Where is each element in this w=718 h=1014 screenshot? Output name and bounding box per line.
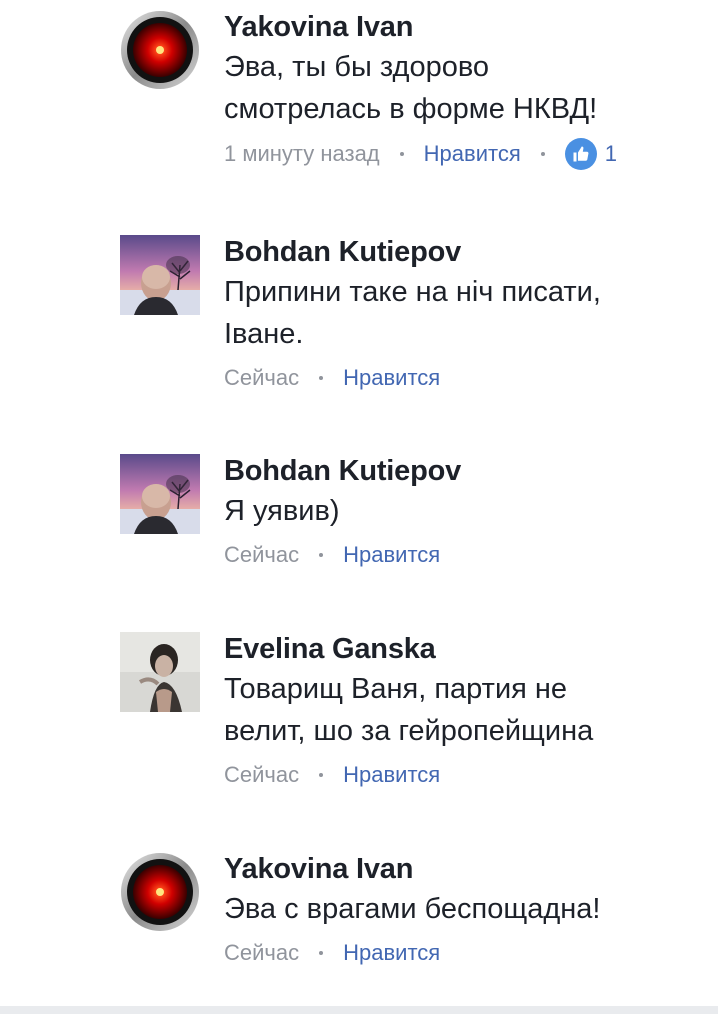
like-button[interactable]: Нравится [343, 938, 440, 968]
comment-text: Эва с врагами беспощадна! [224, 888, 704, 930]
comment-timestamp[interactable]: Сейчас [224, 540, 299, 570]
hal9000-red-eye-icon [120, 10, 200, 90]
winter-sunset-selfie-photo [120, 235, 200, 315]
comment-meta: 1 минуту назад Нравится 1 [224, 138, 704, 170]
comment-timestamp[interactable]: 1 минуту назад [224, 139, 380, 169]
comment-author[interactable]: Bohdan Kutiepov [224, 454, 704, 488]
separator-dot [540, 152, 545, 156]
comment-text-line: Іване. [224, 318, 304, 350]
comment-timestamp[interactable]: Сейчас [224, 938, 299, 968]
comment-text: Я уявив) [224, 490, 704, 532]
like-button[interactable]: Нравится [343, 363, 440, 393]
comment-text-line: Товарищ Ваня, партия не [224, 673, 568, 705]
comment-meta: Сейчас Нравится [224, 760, 704, 790]
comment-meta: Сейчас Нравится [224, 540, 704, 570]
comment-text-line: Я уявив) [224, 495, 340, 527]
like-button[interactable]: Нравится [424, 139, 521, 169]
like-button[interactable]: Нравится [343, 540, 440, 570]
avatar[interactable] [120, 10, 200, 90]
separator-dot [319, 376, 324, 380]
comment-timestamp[interactable]: Сейчас [224, 363, 299, 393]
comment-text-line: Эва с врагами беспощадна! [224, 893, 601, 925]
comment-author[interactable]: Bohdan Kutiepov [224, 235, 704, 269]
separator-dot [399, 152, 404, 156]
comment-text: Припини таке на ніч писати, Іване. [224, 271, 704, 355]
like-button[interactable]: Нравится [343, 760, 440, 790]
like-count[interactable]: 1 [564, 138, 617, 170]
avatar[interactable] [120, 632, 200, 712]
comment-meta: Сейчас Нравится [224, 363, 704, 393]
avatar[interactable] [120, 235, 200, 315]
comment-text-line: смотрелась в форме НКВД! [224, 93, 598, 125]
avatar[interactable] [120, 454, 200, 534]
woman-portrait-photo [120, 632, 200, 712]
comment-text-line: Эва, ты бы здорово [224, 51, 490, 83]
comment-author[interactable]: Evelina Ganska [224, 632, 704, 666]
comment-meta: Сейчас Нравится [224, 938, 704, 968]
comment-text-line: велит, шо за гейропейщина [224, 715, 594, 747]
hal9000-red-eye-icon [120, 852, 200, 932]
comment-author[interactable]: Yakovina Ivan [224, 10, 704, 44]
comment-author[interactable]: Yakovina Ivan [224, 852, 704, 886]
winter-sunset-selfie-photo [120, 454, 200, 534]
avatar[interactable] [120, 852, 200, 932]
bottom-divider [0, 1006, 718, 1014]
comment-timestamp[interactable]: Сейчас [224, 760, 299, 790]
separator-dot [319, 553, 324, 557]
comment-text-line: Припини таке на ніч писати, [224, 276, 601, 308]
separator-dot [319, 951, 324, 955]
separator-dot [319, 773, 324, 777]
thumbs-up-icon [564, 138, 597, 170]
comment-text: Эва, ты бы здорово смотрелась в форме НК… [224, 46, 704, 130]
like-count-value: 1 [604, 141, 617, 166]
comment-text: Товарищ Ваня, партия не велит, шо за гей… [224, 668, 704, 752]
